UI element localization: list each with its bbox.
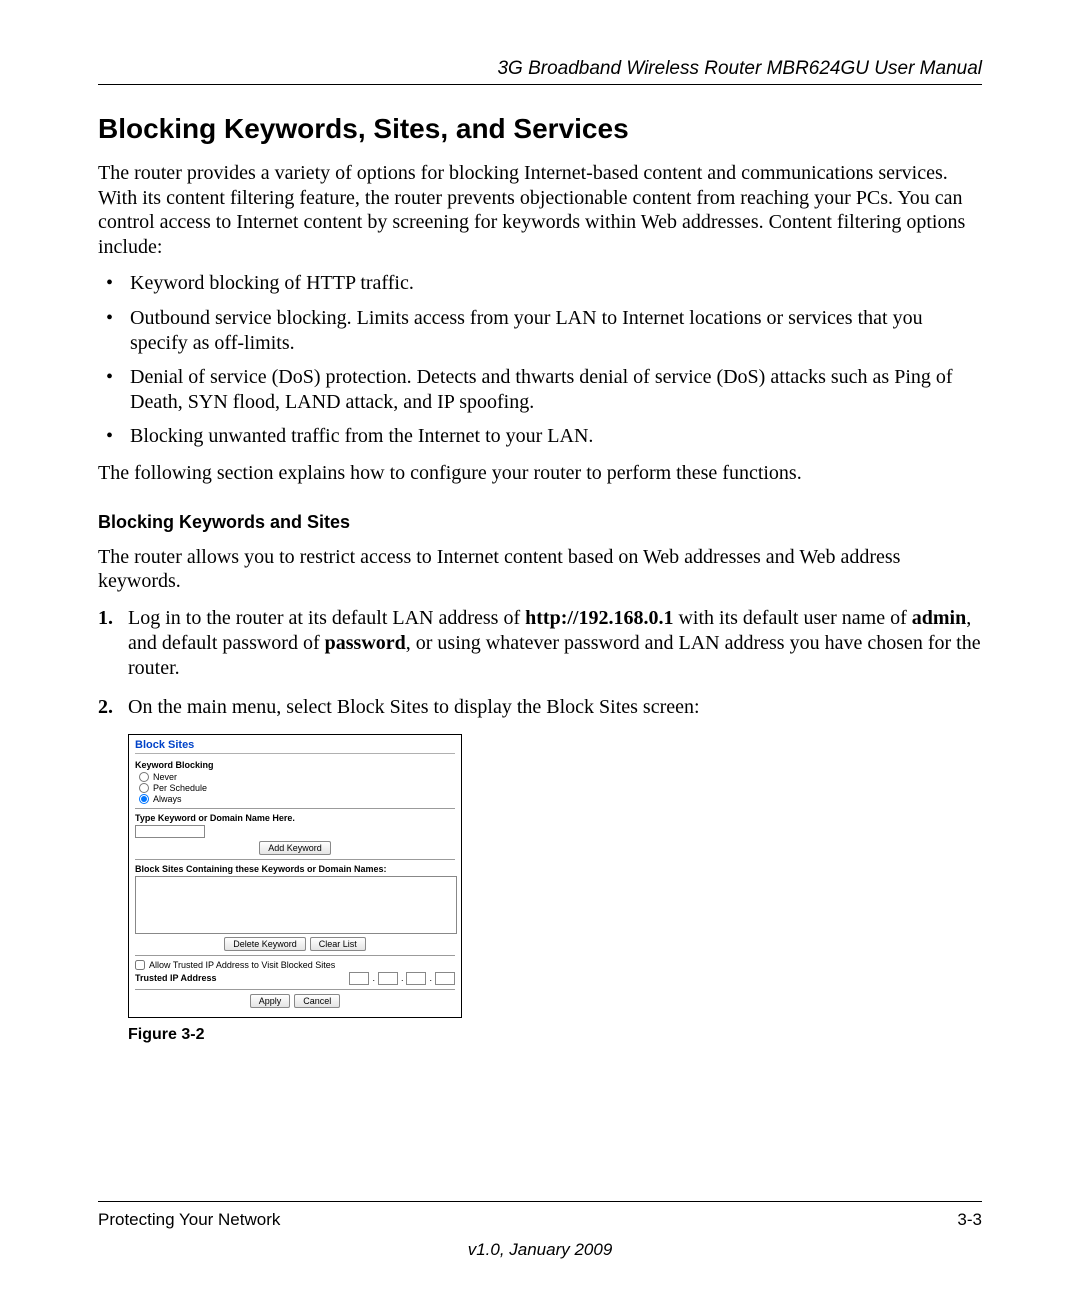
text-fragment: with its default user name of: [673, 607, 911, 629]
ip-octet-input[interactable]: [378, 972, 398, 985]
bullet-item: Denial of service (DoS) protection. Dete…: [128, 365, 982, 414]
dot: .: [371, 973, 376, 983]
radio-always[interactable]: Always: [139, 794, 455, 804]
step-number: 2.: [98, 695, 128, 720]
radio-label: Always: [153, 794, 182, 804]
text-fragment: Log in to the router at its default LAN …: [128, 607, 525, 629]
list-item: 1. Log in to the router at its default L…: [98, 606, 982, 681]
step-text: On the main menu, select Block Sites to …: [128, 695, 982, 720]
radio-input[interactable]: [139, 772, 149, 782]
subsection-title: Blocking Keywords and Sites: [98, 512, 982, 533]
keyword-blocking-label: Keyword Blocking: [135, 760, 455, 770]
bold-address: http://192.168.0.1: [525, 607, 673, 629]
keyword-listbox[interactable]: [135, 876, 457, 934]
radio-never[interactable]: Never: [139, 772, 455, 782]
bullet-item: Outbound service blocking. Limits access…: [128, 306, 982, 355]
delete-keyword-button[interactable]: Delete Keyword: [224, 937, 306, 951]
intro-paragraph: The router provides a variety of options…: [98, 161, 982, 259]
type-keyword-label: Type Keyword or Domain Name Here.: [135, 813, 455, 823]
checkbox-label: Allow Trusted IP Address to Visit Blocke…: [149, 960, 335, 970]
dot: .: [428, 973, 433, 983]
radio-label: Per Schedule: [153, 783, 207, 793]
bullet-item: Blocking unwanted traffic from the Inter…: [128, 424, 982, 449]
block-sites-screenshot: Block Sites Keyword Blocking Never Per S…: [128, 734, 462, 1018]
radio-per-schedule[interactable]: Per Schedule: [139, 783, 455, 793]
footer-chapter: Protecting Your Network: [98, 1210, 280, 1230]
ip-octet-input[interactable]: [349, 972, 369, 985]
radio-input[interactable]: [139, 783, 149, 793]
trusted-ip-label: Trusted IP Address: [135, 973, 217, 983]
block-list-label: Block Sites Containing these Keywords or…: [135, 864, 455, 874]
ip-octet-input[interactable]: [435, 972, 455, 985]
clear-list-button[interactable]: Clear List: [310, 937, 366, 951]
footer-version: v1.0, January 2009: [98, 1240, 982, 1260]
post-list-paragraph: The following section explains how to co…: [98, 461, 982, 486]
divider: [135, 989, 455, 990]
divider: [135, 955, 455, 956]
page-footer: Protecting Your Network 3-3 v1.0, Januar…: [98, 1201, 982, 1260]
trusted-ip-row: Trusted IP Address . . .: [135, 972, 455, 985]
radio-label: Never: [153, 772, 177, 782]
bold-user: admin: [912, 607, 966, 629]
panel-title: Block Sites: [135, 739, 455, 754]
divider: [135, 859, 455, 860]
footer-rule: [98, 1201, 982, 1202]
list-item: 2. On the main menu, select Block Sites …: [98, 695, 982, 720]
step-text: Log in to the router at its default LAN …: [128, 606, 982, 681]
checkbox-input[interactable]: [135, 960, 145, 970]
add-keyword-button[interactable]: Add Keyword: [259, 841, 331, 855]
keyword-input[interactable]: [135, 825, 205, 838]
apply-button[interactable]: Apply: [250, 994, 291, 1008]
dot: .: [400, 973, 405, 983]
ip-octet-input[interactable]: [406, 972, 426, 985]
section-title: Blocking Keywords, Sites, and Services: [98, 113, 982, 145]
numbered-list: 1. Log in to the router at its default L…: [98, 606, 982, 720]
footer-page-number: 3-3: [957, 1210, 982, 1230]
allow-trusted-checkbox[interactable]: Allow Trusted IP Address to Visit Blocke…: [135, 960, 455, 970]
bullet-list: Keyword blocking of HTTP traffic. Outbou…: [98, 271, 982, 449]
header-rule: [98, 84, 982, 85]
divider: [135, 808, 455, 809]
step-number: 1.: [98, 606, 128, 681]
cancel-button[interactable]: Cancel: [294, 994, 340, 1008]
bold-password: password: [325, 632, 406, 654]
bullet-item: Keyword blocking of HTTP traffic.: [128, 271, 982, 296]
subsection-intro: The router allows you to restrict access…: [98, 545, 982, 594]
radio-input[interactable]: [139, 794, 149, 804]
ip-inputs: . . .: [349, 972, 455, 985]
figure-caption: Figure 3-2: [128, 1026, 982, 1044]
page: 3G Broadband Wireless Router MBR624GU Us…: [0, 0, 1080, 1296]
running-header: 3G Broadband Wireless Router MBR624GU Us…: [98, 58, 982, 80]
